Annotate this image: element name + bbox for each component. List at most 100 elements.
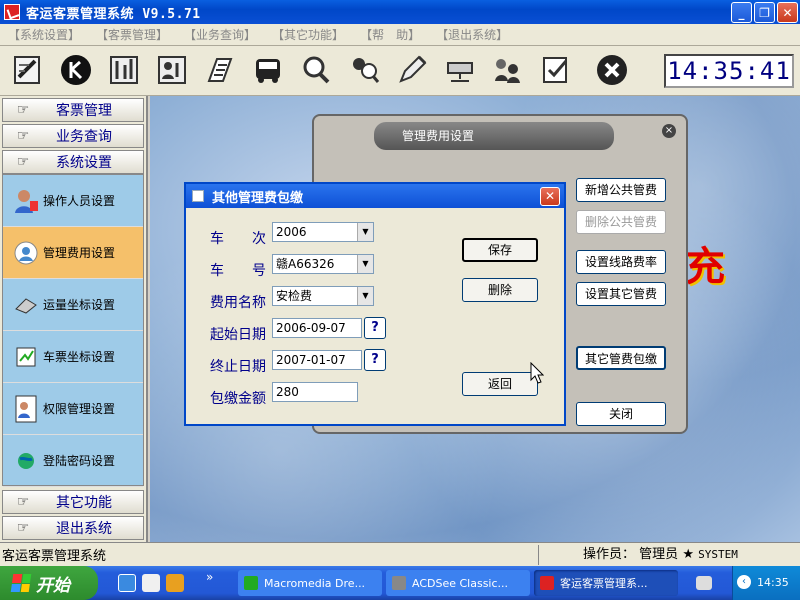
dreamweaver-icon xyxy=(244,576,258,590)
toolbar-notes-button[interactable] xyxy=(200,50,240,90)
keyboard-icon[interactable] xyxy=(696,576,712,590)
other-fee-package-button[interactable]: 其它管费包缴 xyxy=(576,346,666,370)
close-button[interactable]: ✕ xyxy=(777,2,798,23)
bus-icon xyxy=(256,59,280,83)
add-public-fee-button[interactable]: 新增公共管费 xyxy=(576,178,666,202)
dialog-close-button[interactable]: ✕ xyxy=(540,187,560,206)
sidebar-item-label: 操作人员设置 xyxy=(43,194,116,208)
minimize-icon: _ xyxy=(738,5,745,20)
tray-clock[interactable]: 14:35 xyxy=(757,576,789,589)
exit-x-icon xyxy=(597,55,627,85)
menu-business-query[interactable]: 【业务查询】 xyxy=(184,26,256,43)
chevron-down-icon[interactable]: ▼ xyxy=(357,223,373,241)
restore-button[interactable]: ❐ xyxy=(754,2,775,23)
toolbar-ticket-button[interactable] xyxy=(8,50,48,90)
back-button[interactable]: 返回 xyxy=(462,372,538,396)
star-icon: ★ xyxy=(682,547,694,562)
task-label: Macromedia Dre... xyxy=(264,576,366,590)
menu-exit[interactable]: 【退出系统】 xyxy=(436,26,508,43)
operator-name: 管理员 xyxy=(639,547,679,562)
close-icon: ✕ xyxy=(782,5,793,20)
sidebar-head-label: 其它功能 xyxy=(56,495,112,511)
delete-public-fee-button[interactable]: 删除公共管费 xyxy=(576,210,666,234)
minimize-button[interactable]: _ xyxy=(731,2,752,23)
window-title: 客运客票管理系统 V9.5.71 xyxy=(26,6,201,22)
status-app-name: 客运客票管理系统 xyxy=(2,549,107,564)
set-other-fee-button[interactable]: 设置其它管费 xyxy=(576,282,666,306)
toolbar-bus-button[interactable] xyxy=(248,50,288,90)
menu-ticket-management[interactable]: 【客票管理】 xyxy=(96,26,168,43)
hand-pointer-icon: ☞ xyxy=(16,102,30,118)
fee-name-label: 费用名称 xyxy=(210,295,266,311)
desktop-icon[interactable] xyxy=(142,574,160,592)
toolbar-network-button[interactable] xyxy=(440,50,480,90)
sidebar-head-system-settings[interactable]: ☞ 系统设置 xyxy=(2,150,144,174)
toolbar-tools-button[interactable] xyxy=(104,50,144,90)
toolbar-search-button[interactable] xyxy=(296,50,336,90)
menu-system-settings[interactable]: 【系统设置】 xyxy=(8,26,80,43)
menu-other-functions[interactable]: 【其它功能】 xyxy=(272,26,344,43)
other-fee-package-dialog: 其他管理费包缴 ✕ 车 次 2006 ▼ 车 号 赣A66326 ▼ 费用名称 … xyxy=(184,182,566,426)
toolbar-user-button[interactable] xyxy=(152,50,192,90)
task-label: ACDSee Classic... xyxy=(412,576,509,590)
sidebar-head-exit-system[interactable]: ☞ 退出系统 xyxy=(2,516,144,540)
sidebar-item-permission-settings[interactable]: 权限管理设置 xyxy=(3,383,143,435)
end-date-picker-button[interactable]: ? xyxy=(364,349,386,371)
chevron-down-icon[interactable]: ▼ xyxy=(357,255,373,273)
train-no-combo[interactable]: 2006 ▼ xyxy=(272,222,374,242)
sidebar-item-login-password[interactable]: 登陆密码设置 xyxy=(3,435,143,487)
panel-close-button[interactable]: 关闭 xyxy=(576,402,666,426)
sidebar-item-operator-settings[interactable]: 操作人员设置 xyxy=(3,175,143,227)
ie-icon[interactable] xyxy=(118,574,136,592)
sidebar-item-fee-settings[interactable]: 管理费用设置 xyxy=(3,227,143,279)
app-icon xyxy=(4,4,20,20)
menu-help[interactable]: 【帮 助】 xyxy=(360,26,420,43)
plate-label: 车 号 xyxy=(210,263,266,279)
toolbar-check-button[interactable] xyxy=(536,50,576,90)
sidebar-head-business-query[interactable]: ☞ 业务查询 xyxy=(2,124,144,148)
start-date-picker-button[interactable]: ? xyxy=(364,317,386,339)
toolbar: 14:35:41 xyxy=(0,46,800,96)
restore-icon: ❐ xyxy=(759,5,770,20)
train-no-value: 2006 xyxy=(276,225,307,239)
sidebar-head-other-functions[interactable]: ☞ 其它功能 xyxy=(2,490,144,514)
delete-button[interactable]: 删除 xyxy=(462,278,538,302)
notes-icon xyxy=(207,58,233,82)
train-no-label: 车 次 xyxy=(210,231,266,247)
fee-name-combo[interactable]: 安检费 ▼ xyxy=(272,286,374,306)
amount-input[interactable]: 280 xyxy=(272,382,358,402)
toolbar-edit-button[interactable] xyxy=(392,50,432,90)
sidebar-item-ticket-coords[interactable]: 车票坐标设置 xyxy=(3,331,143,383)
task-ticket-system[interactable]: 客运客票管理系... xyxy=(534,570,678,596)
windows-logo-icon xyxy=(10,574,32,592)
plate-combo[interactable]: 赣A66326 ▼ xyxy=(272,254,374,274)
toolbar-users-button[interactable] xyxy=(488,50,528,90)
media-player-icon[interactable] xyxy=(166,574,184,592)
sidebar-head-label: 客票管理 xyxy=(56,103,112,119)
toolbar-k-button[interactable] xyxy=(56,50,96,90)
quicklaunch-more-icon[interactable]: » xyxy=(206,570,213,584)
chevron-down-icon[interactable]: ▼ xyxy=(357,287,373,305)
task-dreamweaver[interactable]: Macromedia Dre... xyxy=(238,570,382,596)
start-date-field[interactable]: 2006-09-07 xyxy=(272,318,362,338)
toolbar-exit-button[interactable] xyxy=(592,50,632,90)
end-date-field[interactable]: 2007-01-07 xyxy=(272,350,362,370)
fee-settings-panel-title[interactable]: 管理费用设置 xyxy=(374,122,614,150)
tray-expand-icon[interactable]: ‹ xyxy=(737,575,751,589)
panel-close-icon[interactable]: × xyxy=(662,124,676,138)
save-button[interactable]: 保存 xyxy=(462,238,538,262)
sidebar-head-ticket-management[interactable]: ☞ 客票管理 xyxy=(2,98,144,122)
sidebar-item-volume-coords[interactable]: 运量坐标设置 xyxy=(3,279,143,331)
fee-settings-icon xyxy=(9,238,43,268)
start-button[interactable]: 开始 xyxy=(0,566,98,600)
checklist-icon xyxy=(543,57,568,83)
set-route-rate-button[interactable]: 设置线路费率 xyxy=(576,250,666,274)
window-titlebar[interactable]: 客运客票管理系统 V9.5.71 _ ❐ ✕ xyxy=(0,0,800,24)
start-date-label: 起始日期 xyxy=(210,327,266,343)
dialog-titlebar[interactable]: 其他管理费包缴 xyxy=(186,184,564,208)
plate-value: 赣A66326 xyxy=(276,257,335,271)
task-acdsee[interactable]: ACDSee Classic... xyxy=(386,570,530,596)
toolbar-user-search-button[interactable] xyxy=(344,50,384,90)
start-date-value: 2006-09-07 xyxy=(276,321,346,335)
hand-pointer-icon: ☞ xyxy=(16,154,30,170)
